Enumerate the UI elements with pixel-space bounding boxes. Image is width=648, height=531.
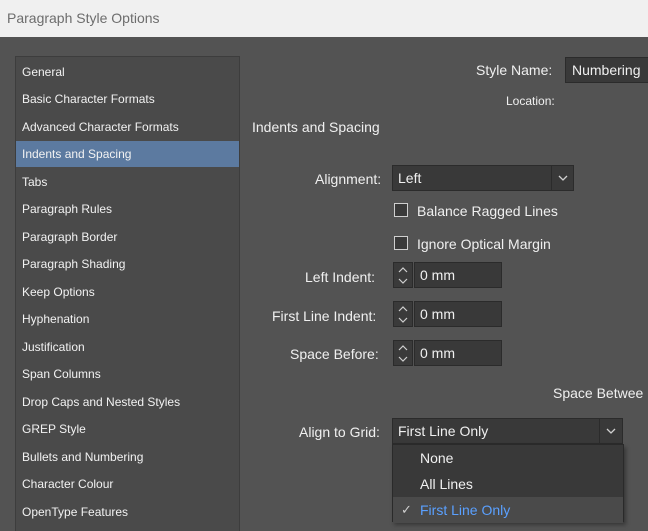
style-name-label: Style Name: (476, 62, 553, 78)
ignore-optical-margin-label: Ignore Optical Margin (417, 236, 551, 252)
balance-ragged-lines-label: Balance Ragged Lines (417, 203, 558, 219)
menu-item-first-line-only[interactable]: ✓ First Line Only (393, 497, 623, 523)
menu-item-label: None (420, 450, 454, 466)
sidebar-item-grep-style[interactable]: GREP Style (16, 416, 239, 442)
space-before-input[interactable]: 0 mm (414, 340, 502, 366)
chevron-up-icon (398, 345, 408, 351)
sidebar-item-label: GREP Style (22, 422, 86, 436)
first-line-indent-label: First Line Indent: (272, 308, 377, 324)
sidebar-item-indents-and-spacing[interactable]: Indents and Spacing (16, 141, 239, 167)
checkmark-icon: ✓ (401, 502, 412, 517)
chevron-up-icon (398, 267, 408, 273)
sidebar-item-label: Indents and Spacing (22, 147, 132, 161)
space-before-value: 0 mm (420, 345, 455, 361)
sidebar-item-label: Paragraph Rules (22, 202, 113, 216)
menu-item-label: All Lines (420, 476, 473, 492)
sidebar-item-label: Span Columns (22, 367, 101, 381)
sidebar-item-label: Paragraph Shading (22, 257, 126, 271)
sidebar-item-label: Drop Caps and Nested Styles (22, 395, 181, 409)
dropdown-divider (551, 166, 552, 190)
sidebar-item-label: Justification (22, 340, 85, 354)
style-name-input[interactable]: Numbering (565, 57, 648, 83)
sidebar-item-tabs[interactable]: Tabs (16, 169, 239, 195)
sidebar-item-label: Bullets and Numbering (22, 450, 144, 464)
first-line-indent-input[interactable]: 0 mm (414, 301, 502, 327)
left-indent-value: 0 mm (420, 267, 455, 283)
sidebar-item-label: OpenType Features (22, 505, 129, 519)
section-title: Indents and Spacing (252, 119, 380, 135)
align-to-grid-value: First Line Only (398, 423, 489, 439)
space-between-label: Space Betwee (553, 385, 644, 401)
sidebar-item-label: Advanced Character Formats (22, 120, 179, 134)
menu-item-all-lines[interactable]: All Lines (393, 471, 623, 497)
chevron-down-icon (398, 278, 408, 284)
sidebar-item-paragraph-rules[interactable]: Paragraph Rules (16, 196, 239, 222)
left-indent-input[interactable]: 0 mm (414, 262, 502, 288)
sidebar-item-label: Hyphenation (22, 312, 90, 326)
ignore-optical-margin-checkbox[interactable] (394, 236, 408, 250)
menu-item-label: First Line Only (420, 502, 511, 518)
sidebar-item-paragraph-border[interactable]: Paragraph Border (16, 224, 239, 250)
sidebar-item-label: Tabs (22, 175, 48, 189)
sidebar-item-span-columns[interactable]: Span Columns (16, 361, 239, 387)
alignment-value: Left (398, 170, 422, 186)
sidebar-item-opentype-features[interactable]: OpenType Features (16, 499, 239, 525)
sidebar-item-label: Paragraph Border (22, 230, 118, 244)
sidebar-item-advanced-character-formats[interactable]: Advanced Character Formats (16, 114, 239, 140)
category-list: General Basic Character Formats Advanced… (15, 56, 240, 531)
sidebar-item-label: Basic Character Formats (22, 92, 155, 106)
chevron-down-icon (398, 356, 408, 362)
title-bar: Paragraph Style Options (0, 0, 648, 37)
dropdown-divider (599, 419, 600, 443)
menu-item-none[interactable]: None (393, 445, 623, 471)
sidebar-item-keep-options[interactable]: Keep Options (16, 279, 239, 305)
align-to-grid-menu: None All Lines ✓ First Line Only (392, 444, 624, 523)
first-line-indent-stepper[interactable] (393, 301, 413, 327)
alignment-dropdown[interactable]: Left (392, 165, 574, 191)
balance-ragged-lines-checkbox[interactable] (394, 203, 408, 217)
alignment-label: Alignment: (315, 171, 382, 187)
sidebar-item-hyphenation[interactable]: Hyphenation (16, 306, 239, 332)
sidebar-item-drop-caps-and-nested-styles[interactable]: Drop Caps and Nested Styles (16, 389, 239, 415)
space-before-stepper[interactable] (393, 340, 413, 366)
space-before-label: Space Before: (290, 346, 379, 362)
chevron-down-icon (558, 175, 568, 181)
style-name-value: Numbering (572, 62, 641, 78)
chevron-down-icon (606, 428, 616, 434)
left-indent-stepper[interactable] (393, 262, 413, 288)
sidebar-item-character-colour[interactable]: Character Colour (16, 471, 239, 497)
sidebar-item-label: Character Colour (22, 477, 114, 491)
sidebar-item-general[interactable]: General (16, 59, 239, 85)
left-indent-label: Left Indent: (305, 269, 376, 285)
chevron-down-icon (398, 317, 408, 323)
first-line-indent-value: 0 mm (420, 306, 455, 322)
sidebar-item-bullets-and-numbering[interactable]: Bullets and Numbering (16, 444, 239, 470)
sidebar-item-label: General (22, 65, 65, 79)
location-label: Location: (506, 94, 555, 108)
chevron-up-icon (398, 306, 408, 312)
window-title: Paragraph Style Options (7, 10, 160, 26)
sidebar-item-label: Keep Options (22, 285, 95, 299)
sidebar-item-basic-character-formats[interactable]: Basic Character Formats (16, 86, 239, 112)
align-to-grid-label: Align to Grid: (299, 424, 380, 440)
sidebar-item-justification[interactable]: Justification (16, 334, 239, 360)
sidebar-item-paragraph-shading[interactable]: Paragraph Shading (16, 251, 239, 277)
align-to-grid-dropdown[interactable]: First Line Only (392, 418, 623, 444)
